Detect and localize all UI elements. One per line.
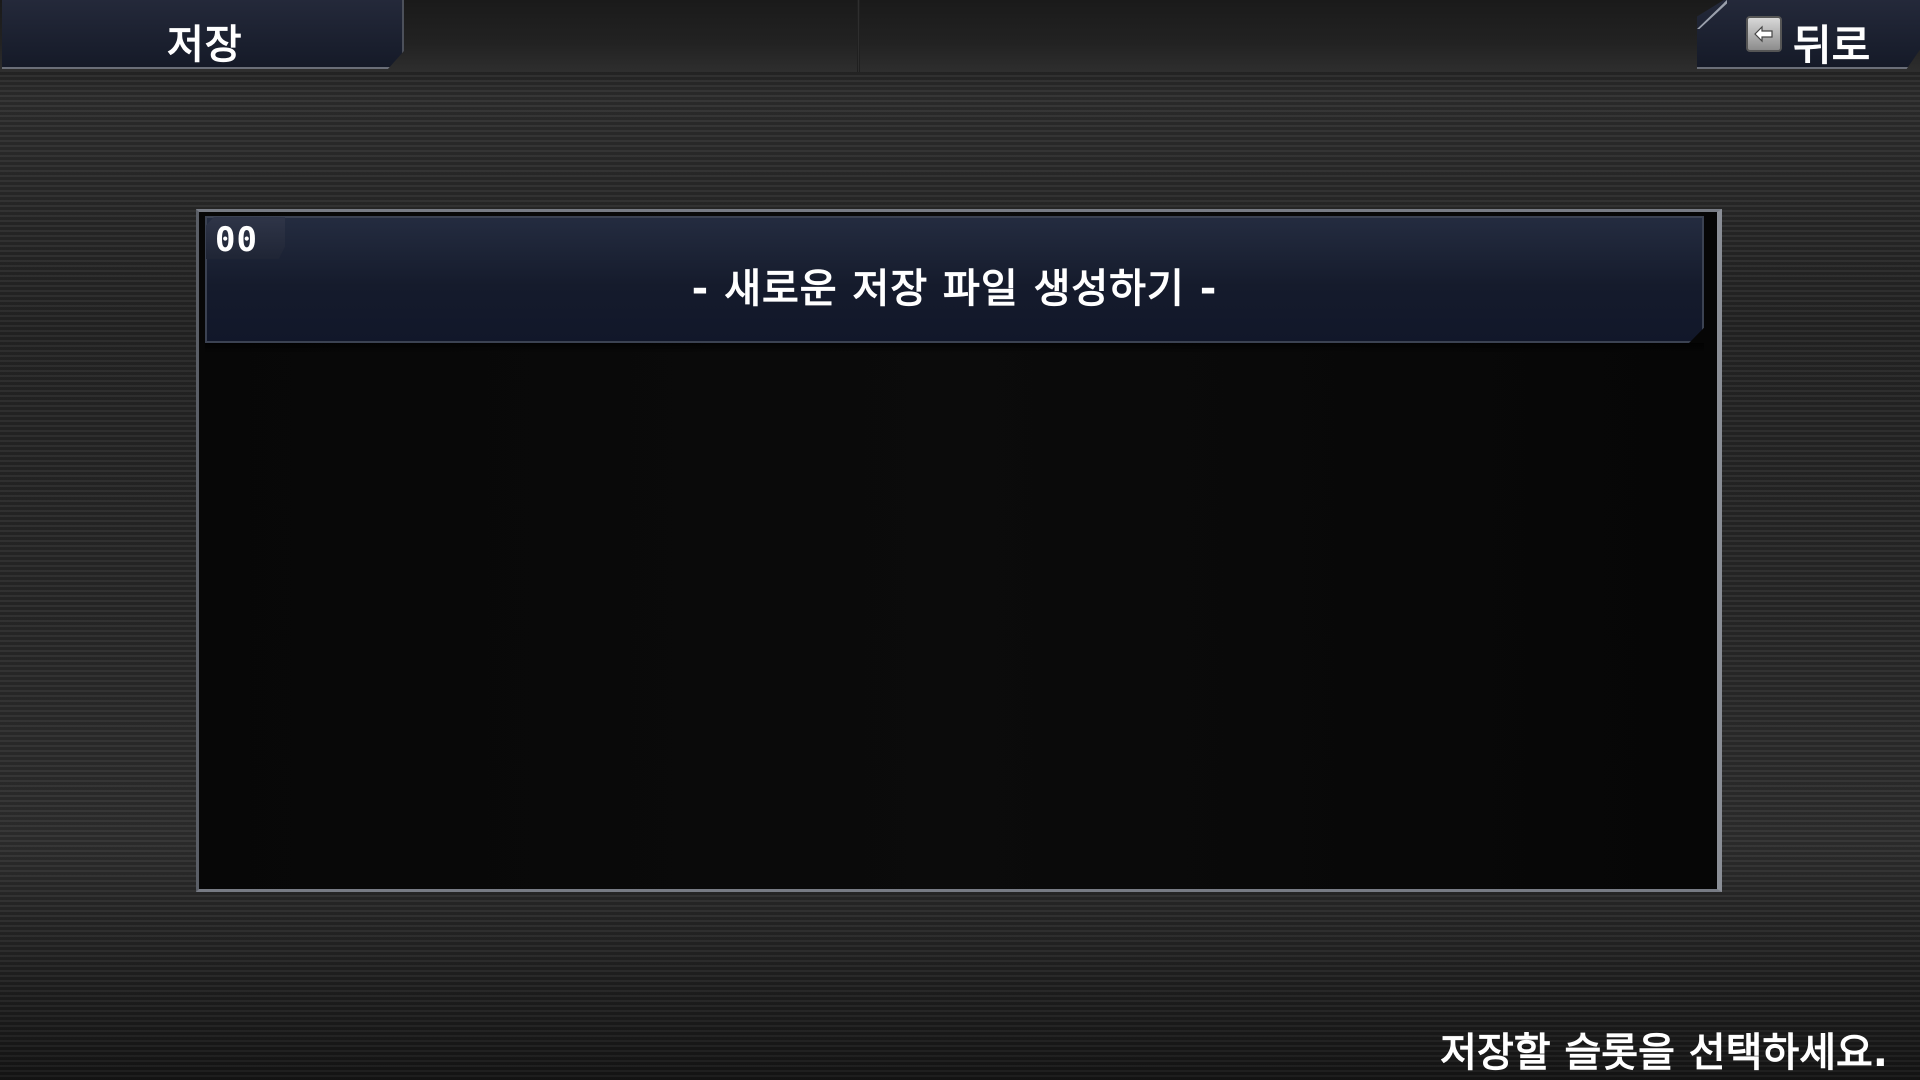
slot-label[interactable]: - 새로운 저장 파일 생성하기 -: [205, 256, 1704, 314]
back-button-label[interactable]: 뒤로: [1793, 12, 1870, 73]
slot-number: 00: [215, 220, 258, 260]
page-title: 저장: [167, 22, 243, 68]
top-bar-divider: [857, 0, 860, 72]
back-arrow-icon[interactable]: [1746, 16, 1782, 52]
save-slot-shadow: [205, 343, 1704, 353]
instruction-text: 저장할 슬롯을 선택하세요.: [1440, 1030, 1888, 1076]
